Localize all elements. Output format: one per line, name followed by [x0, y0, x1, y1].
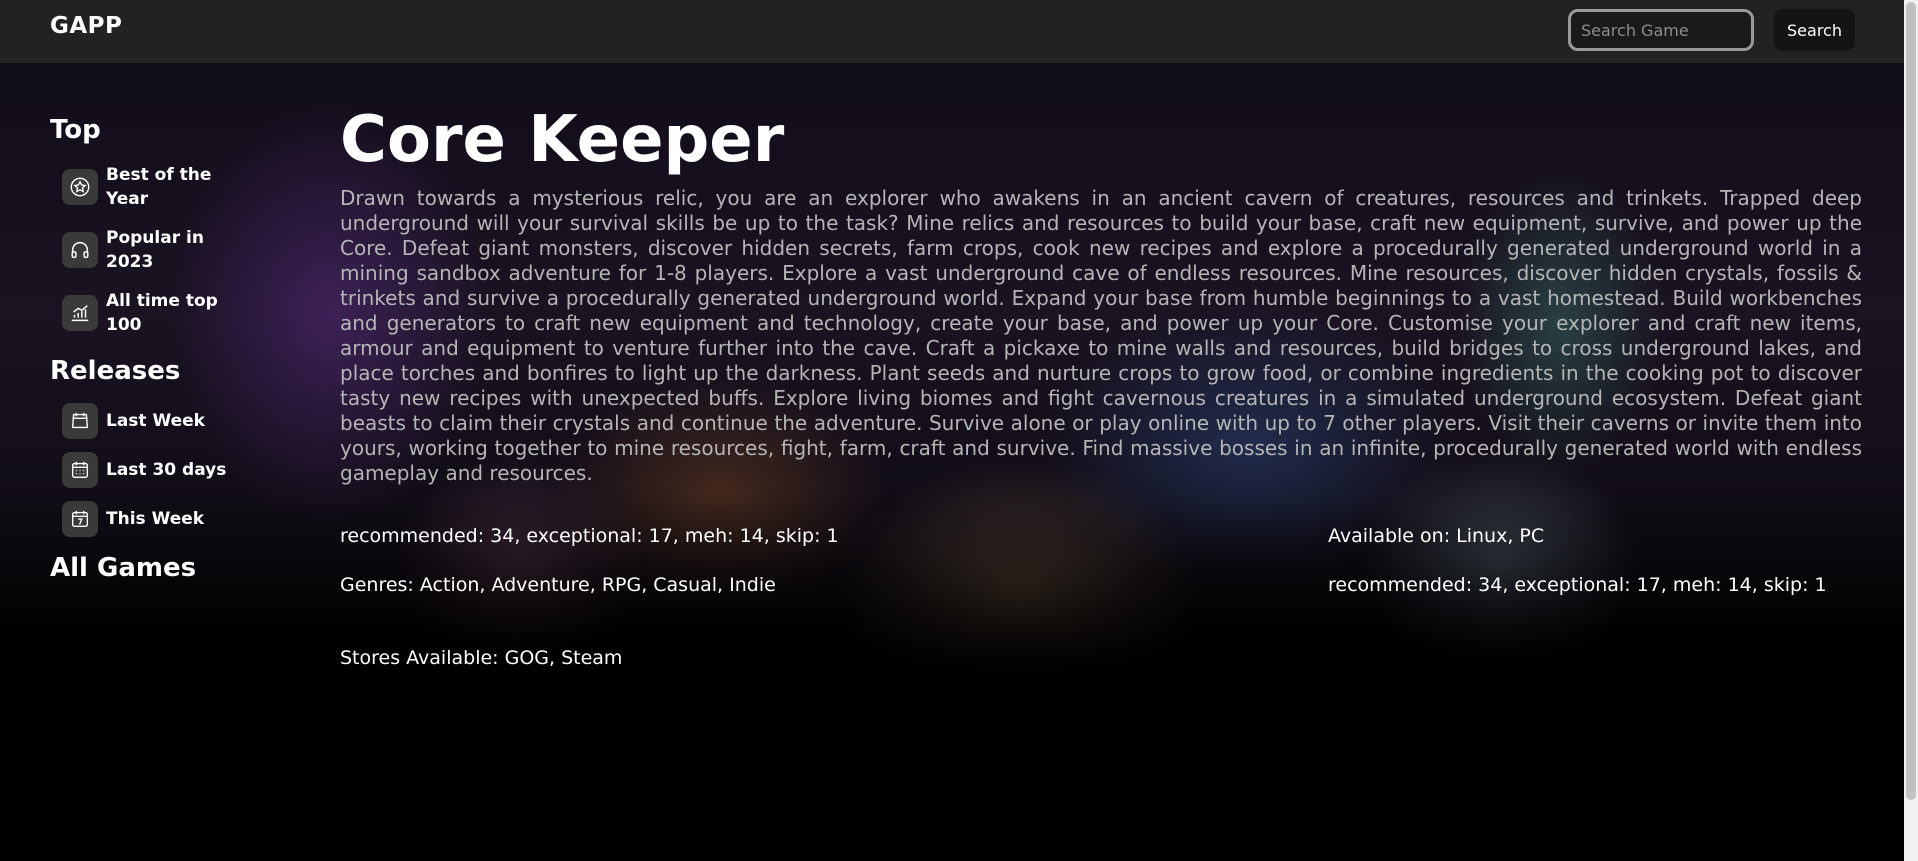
- releases-list: Last Week Last 30 days This Week: [50, 401, 290, 539]
- sidebar-item-best-of-year[interactable]: Best of the Year: [50, 162, 290, 212]
- genres-text: Genres: Action, Adventure, RPG, Casual, …: [340, 574, 776, 596]
- game-description: Drawn towards a mysterious relic, you ar…: [340, 186, 1862, 485]
- sidebar-item-label: Popular in 2023: [106, 228, 204, 272]
- scrollbar-thumb[interactable]: [1906, 2, 1916, 800]
- page-scrollbar[interactable]: [1904, 0, 1918, 861]
- sidebar-item-label: Best of the Year: [106, 165, 212, 209]
- sidebar-item-label: Last 30 days: [106, 460, 227, 480]
- sidebar-item-last-week[interactable]: Last Week: [50, 401, 290, 441]
- platforms-text: Available on: Linux, PC: [1328, 525, 1545, 547]
- sidebar: Top Best of the Year Popular in 2023 All…: [50, 110, 290, 588]
- ratings-summary-secondary: recommended: 34, exceptional: 17, meh: 1…: [1328, 574, 1827, 596]
- sidebar-item-label: All time top 100: [106, 291, 218, 335]
- sidebar-heading-releases[interactable]: Releases: [50, 351, 290, 391]
- search-input[interactable]: [1568, 9, 1754, 51]
- app-logo[interactable]: GAPP: [50, 13, 122, 39]
- sidebar-heading-top[interactable]: Top: [50, 110, 290, 150]
- sidebar-item-popular-2023[interactable]: Popular in 2023: [50, 225, 290, 275]
- page: GAPP Search Top Best of the Year Popular…: [0, 0, 1918, 861]
- sidebar-item-label: This Week: [106, 509, 205, 529]
- chart-icon: [62, 295, 98, 331]
- top-list: Best of the Year Popular in 2023 All tim…: [50, 162, 290, 338]
- game-title: Core Keeper: [340, 103, 785, 177]
- stores-text: Stores Available: GOG, Steam: [340, 647, 623, 669]
- game-info: recommended: 34, exceptional: 17, meh: 1…: [340, 524, 1862, 684]
- headphones-icon: [62, 232, 98, 268]
- top-navbar: GAPP Search: [0, 0, 1904, 63]
- sidebar-item-all-time-top[interactable]: All time top 100: [50, 288, 290, 338]
- calendar-week-icon: [62, 403, 98, 439]
- sidebar-item-last-30-days[interactable]: Last 30 days: [50, 450, 290, 490]
- game-detail: Core Keeper Drawn towards a mysterious r…: [340, 100, 1862, 684]
- star-icon: [62, 169, 98, 205]
- sidebar-item-this-week[interactable]: This Week: [50, 499, 290, 539]
- ratings-summary: recommended: 34, exceptional: 17, meh: 1…: [340, 525, 839, 547]
- sidebar-heading-all-games[interactable]: All Games: [50, 548, 290, 588]
- calendar-month-icon: [62, 452, 98, 488]
- calendar-day-icon: [62, 501, 98, 537]
- sidebar-item-label: Last Week: [106, 411, 205, 431]
- search-button[interactable]: Search: [1774, 9, 1855, 51]
